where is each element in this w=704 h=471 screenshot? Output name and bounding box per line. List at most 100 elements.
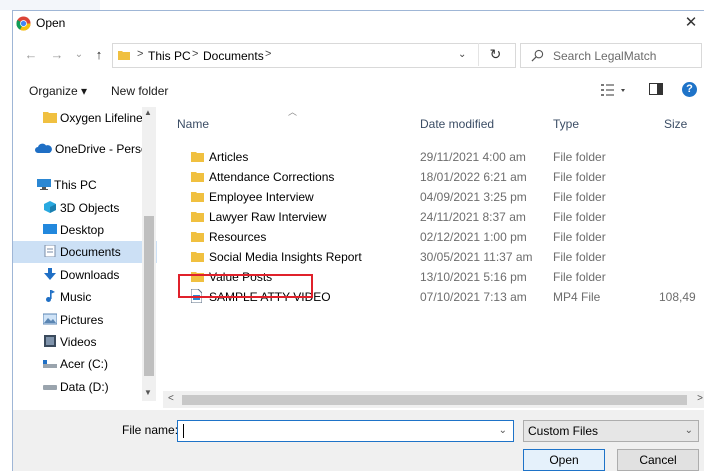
column-header-name[interactable]: Name	[177, 117, 209, 131]
file-date: 07/10/2021 7:13 am	[420, 290, 527, 304]
file-date: 30/05/2021 11:37 am	[420, 250, 533, 264]
sidebar-item-desktop[interactable]: Desktop	[13, 219, 157, 241]
drive-c-icon	[43, 360, 57, 368]
column-header-size[interactable]: Size	[664, 117, 687, 131]
scroll-up-icon[interactable]: ▲	[144, 108, 152, 117]
title-bar: Open ✕	[13, 11, 704, 36]
sidebar-item-onedrive[interactable]: OneDrive - Person	[13, 138, 157, 160]
file-type-dropdown-icon[interactable]: ⌄	[685, 425, 693, 436]
table-row[interactable]: Employee Interview 04/09/2021 3:25 pm Fi…	[163, 187, 704, 207]
table-row[interactable]: Social Media Insights Report 30/05/2021 …	[163, 247, 704, 267]
background-strip	[0, 0, 100, 10]
organize-button[interactable]: Organize ▾	[29, 84, 87, 98]
sidebar-item-label: This PC	[54, 178, 97, 192]
file-type-select[interactable]: Custom Files ⌄	[523, 420, 699, 442]
preview-pane-icon[interactable]	[649, 83, 663, 95]
sidebar-item-this-pc[interactable]: This PC	[13, 174, 157, 196]
file-type: File folder	[553, 190, 606, 204]
scroll-right-icon[interactable]: >	[697, 393, 703, 404]
drive-d-icon	[43, 385, 57, 390]
table-row[interactable]: Lawyer Raw Interview 24/11/2021 8:37 am …	[163, 207, 704, 227]
file-name-dropdown-icon[interactable]: ⌄	[499, 425, 507, 436]
file-date: 18/01/2022 6:21 am	[420, 170, 527, 184]
address-bar[interactable]: > This PC > Documents > ⌄	[112, 43, 516, 68]
column-header-date-modified[interactable]: Date modified	[420, 117, 494, 131]
sidebar-item-documents[interactable]: Documents	[13, 241, 157, 263]
folder-icon	[43, 112, 57, 123]
refresh-button[interactable]: ↻	[478, 43, 512, 66]
highlight-annotation	[178, 274, 313, 298]
breadcrumb-separator: >	[265, 48, 272, 60]
address-dropdown-icon[interactable]: ⌄	[458, 49, 466, 60]
open-button[interactable]: Open	[523, 449, 605, 471]
table-row[interactable]: Articles 29/11/2021 4:00 am File folder	[163, 147, 704, 167]
sidebar-item-music[interactable]: Music	[13, 286, 157, 308]
folder-icon	[191, 232, 204, 242]
music-icon	[46, 290, 55, 302]
breadcrumb-this-pc[interactable]: This PC	[148, 49, 191, 63]
cancel-button[interactable]: Cancel	[617, 449, 699, 471]
file-type: File folder	[553, 270, 606, 284]
folder-icon	[191, 212, 204, 222]
breadcrumb-separator: >	[137, 48, 144, 60]
horizontal-scrollbar-thumb[interactable]	[182, 395, 687, 405]
file-type: File folder	[553, 150, 606, 164]
sidebar-scrollbar-thumb[interactable]	[144, 216, 154, 376]
close-icon[interactable]: ✕	[681, 13, 701, 33]
file-name-input[interactable]: ⌄	[177, 420, 514, 442]
open-file-dialog: Open ✕ ← → ⌄ ↑ > This PC > Documents > ⌄…	[12, 10, 704, 471]
column-header-type[interactable]: Type	[553, 117, 579, 131]
sort-ascending-icon: ︿	[288, 107, 298, 117]
sidebar-item-label: OneDrive - Person	[55, 142, 155, 156]
file-type: MP4 File	[553, 290, 601, 304]
forward-button[interactable]: →	[49, 46, 65, 64]
search-input[interactable]: Search LegalMatch	[553, 49, 656, 63]
onedrive-icon	[35, 143, 52, 153]
table-row[interactable]: Attendance Corrections 18/01/2022 6:21 a…	[163, 167, 704, 187]
3d-objects-icon	[44, 201, 56, 213]
breadcrumb-documents[interactable]: Documents	[203, 49, 264, 63]
file-size: 108,49	[659, 290, 696, 304]
file-list: Name ︿ Date modified Type Size Articles …	[163, 107, 704, 387]
sidebar-item-pictures[interactable]: Pictures	[13, 309, 157, 331]
table-row[interactable]: Resources 02/12/2021 1:00 pm File folder	[163, 227, 704, 247]
scroll-down-icon[interactable]: ▼	[144, 388, 152, 397]
text-cursor	[183, 424, 184, 438]
view-options-icon[interactable]	[600, 82, 628, 98]
file-list-horizontal-scrollbar[interactable]: < >	[163, 391, 704, 408]
sidebar-item-label: Pictures	[60, 313, 104, 327]
folder-icon	[118, 51, 130, 60]
breadcrumb-separator: >	[192, 48, 199, 60]
file-type: File folder	[553, 170, 606, 184]
sidebar-item-3d-objects[interactable]: 3D Objects	[13, 197, 157, 219]
file-name: Employee Interview	[209, 190, 314, 204]
file-date: 29/11/2021 4:00 am	[420, 150, 526, 164]
file-date: 04/09/2021 3:25 pm	[420, 190, 527, 204]
sidebar-item-drive-c[interactable]: Acer (C:)	[13, 353, 157, 375]
documents-icon	[44, 245, 56, 257]
file-date: 13/10/2021 5:16 pm	[420, 270, 527, 284]
sidebar-item-label: 3D Objects	[60, 201, 120, 215]
sidebar-item-label: Downloads	[60, 268, 120, 282]
search-box[interactable]: Search LegalMatch	[520, 43, 702, 68]
new-folder-button[interactable]: New folder	[111, 84, 168, 98]
sidebar-item-label: Videos	[60, 335, 97, 349]
up-button[interactable]: ↑	[91, 46, 107, 64]
file-type: File folder	[553, 250, 606, 264]
sidebar-item-drive-d[interactable]: Data (D:)	[13, 376, 157, 398]
desktop-icon	[43, 224, 57, 234]
sidebar-item-downloads[interactable]: Downloads	[13, 264, 157, 286]
recent-locations-button[interactable]: ⌄	[71, 46, 87, 64]
file-date: 02/12/2021 1:00 pm	[420, 230, 527, 244]
sidebar-item-label: Oxygen Lifeline	[60, 111, 143, 125]
help-icon[interactable]: ?	[682, 82, 697, 97]
command-toolbar: Organize ▾ New folder ?	[13, 79, 704, 103]
file-name: Resources	[209, 230, 267, 244]
back-button[interactable]: ←	[23, 46, 39, 64]
file-date: 24/11/2021 8:37 am	[420, 210, 526, 224]
sidebar-item-oxygen-lifeline[interactable]: Oxygen Lifeline	[13, 107, 157, 129]
scroll-left-icon[interactable]: <	[168, 393, 174, 404]
sidebar-item-videos[interactable]: Videos	[13, 331, 157, 353]
file-name: Lawyer Raw Interview	[209, 210, 327, 224]
sidebar-item-label: Desktop	[60, 223, 105, 237]
